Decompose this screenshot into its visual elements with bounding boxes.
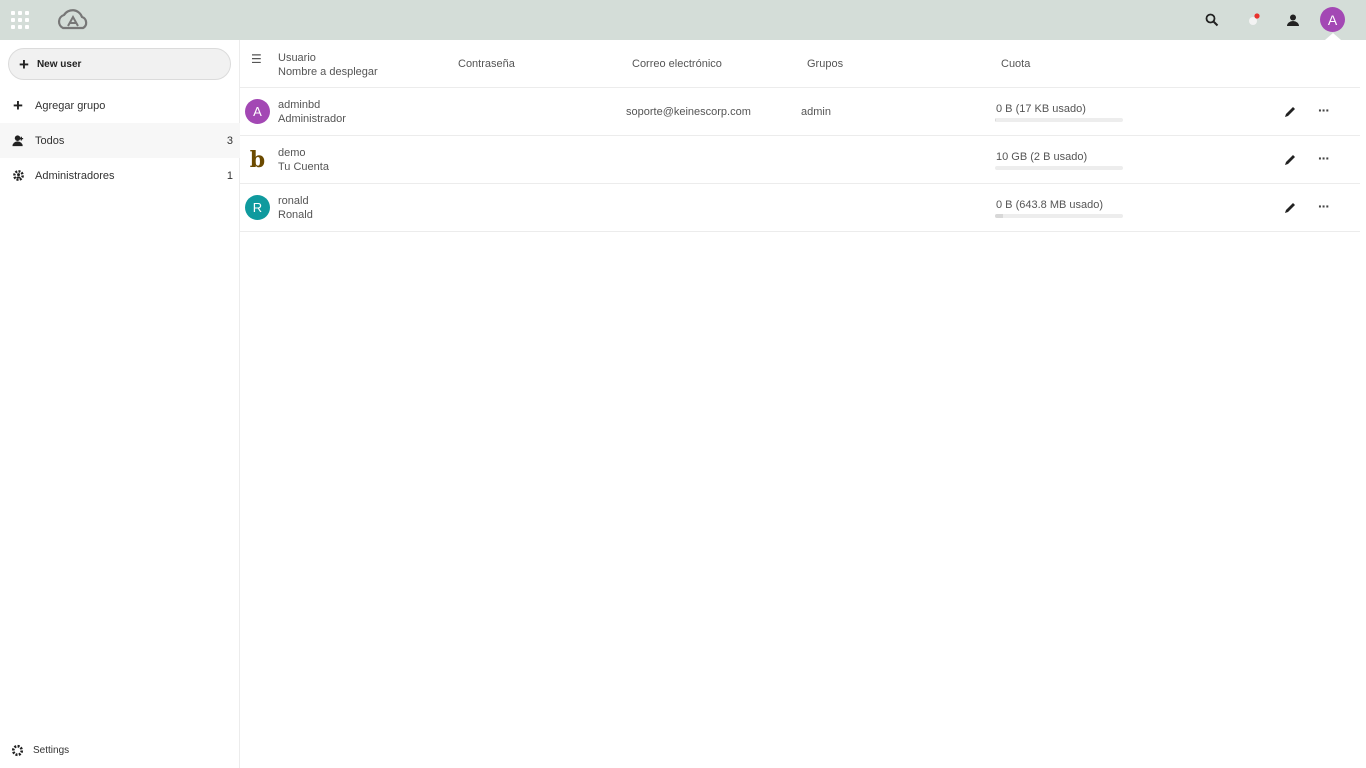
table-header: ☰ Usuario Nombre a desplegar Contraseña … [240, 40, 1360, 88]
cloud-logo[interactable] [54, 6, 92, 34]
add-group-label: Agregar grupo [35, 99, 106, 112]
sidebar-item-administradores[interactable]: Administradores 1 [0, 158, 240, 193]
quota-progress-bar [995, 118, 1123, 122]
sidebar-item-label: Administradores [35, 169, 115, 182]
group-count: 1 [226, 169, 233, 182]
edit-pencil-icon[interactable] [1282, 200, 1298, 216]
group-count: 3 [226, 134, 233, 147]
display-name: Tu Cuenta [278, 161, 329, 173]
edit-pencil-icon[interactable] [1282, 104, 1298, 120]
username: demo [278, 147, 306, 159]
user-name-cell: ronald Ronald [278, 194, 313, 222]
new-user-label: New user [36, 58, 82, 70]
new-user-button[interactable]: + New user [8, 48, 231, 80]
sidebar-item-todos[interactable]: Todos 3 [0, 123, 240, 158]
table-row[interactable]: b demo Tu Cuenta 10 GB (2 B usado) ··· [240, 136, 1360, 184]
groups-cell: admin [801, 106, 831, 118]
column-quota: Cuota [1001, 58, 1031, 70]
display-name: Ronald [278, 209, 313, 221]
contacts-icon[interactable] [1281, 8, 1305, 32]
column-email: Correo electrónico [632, 58, 722, 70]
user-avatar[interactable]: A [1320, 7, 1345, 32]
more-options-icon[interactable]: ··· [1318, 102, 1330, 118]
email-cell: soporte@keinescorp.com [626, 106, 751, 118]
top-header: A [0, 0, 1366, 40]
username: adminbd [278, 99, 321, 111]
plus-icon: + [13, 95, 23, 115]
quota-text: 0 B (17 KB usado) [996, 103, 1086, 115]
notifications-icon[interactable] [1242, 8, 1266, 32]
column-password: Contraseña [458, 58, 515, 70]
plus-icon: + [19, 54, 29, 74]
username: ronald [278, 195, 309, 207]
apps-grid-icon[interactable] [11, 11, 29, 29]
sidebar: + New user + Agregar grupo Todos 3 Admin… [0, 40, 240, 768]
gear-icon [11, 744, 24, 756]
add-group-button[interactable]: + Agregar grupo [0, 88, 240, 123]
column-user-label: Usuario [278, 52, 316, 64]
more-options-icon[interactable]: ··· [1318, 150, 1330, 166]
admin-gear-icon [11, 169, 25, 183]
avatar: A [245, 99, 270, 124]
user-icon [11, 134, 25, 148]
menu-caret [1325, 33, 1341, 40]
settings-button[interactable]: Settings [0, 732, 240, 768]
quota-text: 10 GB (2 B usado) [996, 151, 1088, 163]
table-row[interactable]: A adminbd Administrador soporte@keinesco… [240, 88, 1360, 136]
quota-fill [995, 118, 997, 122]
avatar: R [245, 195, 270, 220]
quota-fill [995, 214, 1003, 218]
user-name-cell: adminbd Administrador [278, 98, 346, 126]
quota-progress-bar [995, 166, 1123, 170]
column-groups: Grupos [807, 58, 844, 70]
more-options-icon[interactable]: ··· [1318, 198, 1330, 214]
avatar: b [249, 146, 266, 173]
settings-label: Settings [33, 744, 70, 756]
edit-pencil-icon[interactable] [1282, 152, 1298, 168]
column-user: Usuario Nombre a desplegar [278, 51, 378, 79]
hamburger-menu-icon[interactable]: ☰ [251, 52, 262, 66]
quota-progress-bar [995, 214, 1123, 218]
quota-text: 0 B (643.8 MB usado) [996, 199, 1104, 211]
table-row[interactable]: R ronald Ronald 0 B (643.8 MB usado) ··· [240, 184, 1360, 232]
column-display-name-label: Nombre a desplegar [278, 66, 378, 78]
sidebar-item-label: Todos [35, 134, 65, 147]
users-table: ☰ Usuario Nombre a desplegar Contraseña … [240, 40, 1360, 768]
user-name-cell: demo Tu Cuenta [278, 146, 329, 174]
search-icon[interactable] [1200, 8, 1224, 32]
display-name: Administrador [278, 113, 346, 125]
